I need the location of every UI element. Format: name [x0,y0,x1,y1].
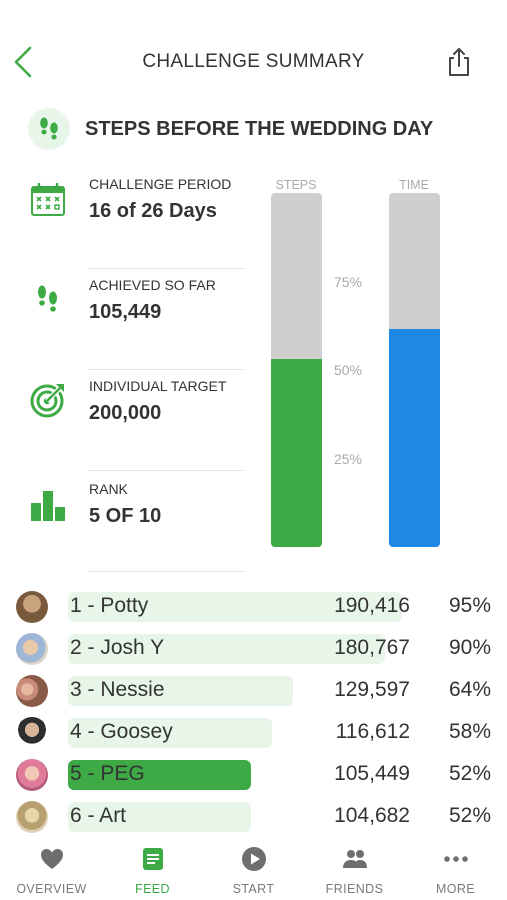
footsteps-icon [28,108,70,150]
page-title: CHALLENGE SUMMARY [142,51,365,72]
steps-progress-bar [271,193,322,547]
bar-chart-icon [28,485,68,525]
leaderboard-percent: 52% [448,762,491,785]
steps-progress-fill [271,359,322,547]
header: CHALLENGE SUMMARY [0,0,507,125]
stat-value: 105,449 [89,301,162,323]
leaderboard-steps: 104,682 [334,804,410,827]
leaderboard-steps: 190,416 [334,594,410,617]
leaderboard-row[interactable]: 2 - Josh Y 180,767 90% [0,627,507,669]
avatar [16,633,48,665]
divider [88,571,244,572]
leaderboard-steps: 105,449 [334,762,410,785]
more-icon [443,846,469,872]
stat-individual-target: INDIVIDUAL TARGET 200,000 [26,370,244,471]
stat-rank: RANK 5 OF 10 [26,471,244,572]
calendar-icon [28,180,68,220]
leaderboard-row[interactable]: 4 - Goosey 116,612 58% [0,711,507,753]
leaderboard-name: 6 - Art [70,804,127,827]
avatar [16,801,48,833]
leaderboard-row[interactable]: 3 - Nessie 129,597 64% [0,669,507,711]
stat-value: 16 of 26 Days [89,200,217,222]
stat-value: 5 OF 10 [89,505,162,527]
tab-bar: OVERVIEW FEED START FRIENDS MORE [0,840,507,900]
percent-label-50: 50% [333,362,363,378]
stat-label: RANK [89,481,128,497]
leaderboard-name: 5 - PEG [70,762,145,785]
tab-label: OVERVIEW [16,882,87,896]
tab-feed[interactable]: FEED [102,840,203,900]
stat-achieved: ACHIEVED SO FAR 105,449 [26,269,244,370]
leaderboard-steps: 116,612 [335,720,410,743]
avatar [16,675,48,707]
leaderboard-steps: 129,597 [334,678,410,701]
challenge-title: STEPS BEFORE THE WEDDING DAY [85,118,434,140]
leaderboard-percent: 64% [448,678,491,701]
leaderboard-steps: 180,767 [334,636,410,659]
tab-friends[interactable]: FRIENDS [304,840,405,900]
tab-label: FEED [135,882,170,896]
leaderboard-percent: 58% [448,720,491,743]
leaderboard-row-me[interactable]: 5 - PEG 105,449 52% [0,753,507,795]
stat-label: INDIVIDUAL TARGET [89,378,227,394]
percent-label-25: 25% [333,451,363,467]
heart-icon [39,846,65,872]
avatar [16,717,48,749]
progress-bars: STEPS TIME 75% 50% 25% [260,172,460,552]
time-bar-label: TIME [399,178,429,192]
stat-challenge-period: CHALLENGE PERIOD 16 of 26 Days [26,168,244,269]
feed-icon [140,846,166,872]
share-icon [449,48,469,76]
play-icon [241,846,267,872]
tab-label: FRIENDS [325,882,384,896]
challenge-header: STEPS BEFORE THE WEDDING DAY [28,108,488,152]
time-progress-bar [389,193,440,547]
tab-label: START [232,882,275,896]
steps-bar-label: STEPS [275,178,317,192]
friends-icon [342,846,368,872]
tab-more[interactable]: MORE [405,840,506,900]
percent-label-75: 75% [333,274,363,290]
leaderboard-name: 1 - Potty [70,594,149,617]
avatar [16,591,48,623]
share-button[interactable] [444,46,474,78]
target-icon [28,380,68,420]
footsteps-icon [28,279,68,319]
leaderboard-row[interactable]: 1 - Potty 190,416 95% [0,585,507,627]
time-progress-fill [389,329,440,547]
tab-label: MORE [435,882,476,896]
leaderboard-name: 3 - Nessie [70,678,165,701]
tab-start[interactable]: START [203,840,304,900]
stat-value: 200,000 [89,402,162,424]
avatar [16,759,48,791]
stat-label: CHALLENGE PERIOD [89,176,232,192]
stat-label: ACHIEVED SO FAR [89,277,216,293]
leaderboard-name: 4 - Goosey [70,720,173,743]
leaderboard-percent: 52% [448,804,491,827]
tab-overview[interactable]: OVERVIEW [1,840,102,900]
leaderboard-row[interactable]: 6 - Art 104,682 52% [0,795,507,837]
leaderboard-percent: 90% [448,636,491,659]
leaderboard-percent: 95% [448,594,491,617]
leaderboard-name: 2 - Josh Y [70,636,165,659]
